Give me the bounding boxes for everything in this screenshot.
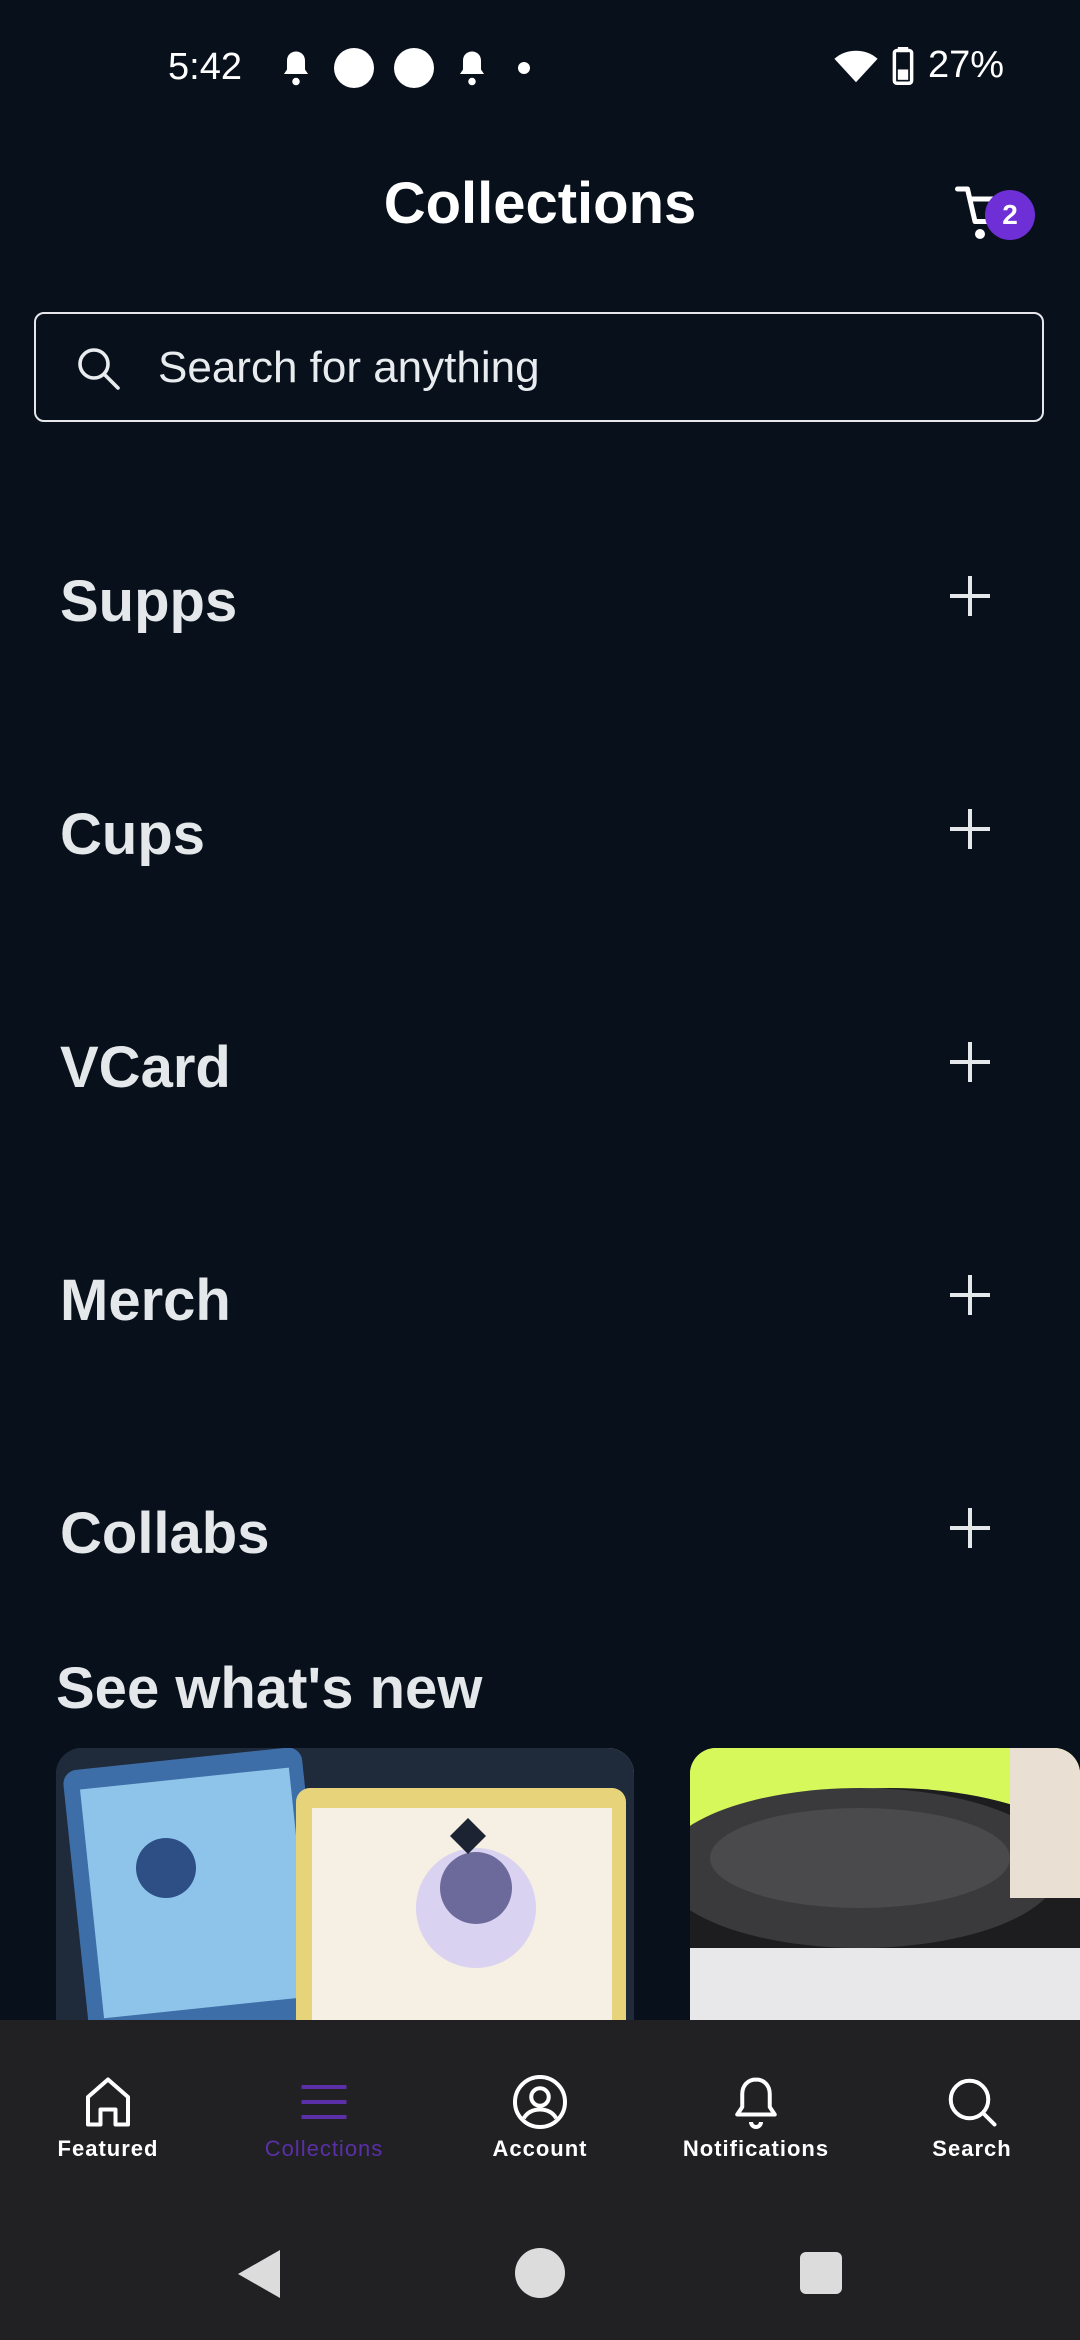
bell-icon bbox=[735, 2077, 777, 2129]
nav-collections[interactable]: Collections bbox=[216, 2020, 432, 2220]
bell-notification-icon bbox=[460, 51, 484, 86]
status-bar: 5:42 27% bbox=[0, 0, 1080, 140]
nav-featured[interactable]: Featured bbox=[0, 2020, 216, 2220]
home-circle-icon[interactable] bbox=[515, 2248, 565, 2298]
collection-row-supps[interactable]: Supps bbox=[0, 538, 1080, 658]
collection-label: Supps bbox=[60, 569, 238, 634]
expand-plus-icon[interactable] bbox=[950, 576, 990, 616]
back-icon[interactable] bbox=[238, 2250, 280, 2298]
trading-card-artwork bbox=[56, 1748, 634, 2020]
nav-label: Account bbox=[492, 2136, 588, 2161]
wifi-icon bbox=[834, 50, 878, 82]
page-title: Collections bbox=[383, 171, 697, 236]
nav-label: Featured bbox=[57, 2136, 159, 2161]
battery-icon bbox=[892, 46, 914, 85]
expand-plus-icon[interactable] bbox=[950, 1508, 990, 1548]
collection-label: Cups bbox=[60, 802, 205, 867]
bell-notification-icon bbox=[284, 51, 308, 86]
nav-account[interactable]: Account bbox=[432, 2020, 648, 2220]
app-notification-icon bbox=[334, 48, 374, 88]
account-icon bbox=[513, 2075, 567, 2129]
nav-label: Collections bbox=[264, 2136, 384, 2161]
app-notification-icon bbox=[394, 48, 434, 88]
search-icon bbox=[78, 348, 120, 390]
collection-label: VCard bbox=[60, 1035, 231, 1100]
recent-apps-icon[interactable] bbox=[800, 2252, 842, 2294]
nav-label: Notifications bbox=[682, 2136, 830, 2161]
status-right: 27% bbox=[834, 44, 1004, 87]
collection-row-collabs[interactable]: Collabs bbox=[0, 1470, 1080, 1590]
app-header: Collections 2 bbox=[0, 160, 1080, 260]
collection-row-cups[interactable]: Cups bbox=[0, 771, 1080, 891]
nav-notifications[interactable]: Notifications bbox=[648, 2020, 864, 2220]
bottom-navigation: Featured Collections Account Notificatio… bbox=[0, 2020, 1080, 2220]
collection-row-vcard[interactable]: VCard bbox=[0, 1004, 1080, 1124]
expand-plus-icon[interactable] bbox=[950, 809, 990, 849]
nav-search[interactable]: Search bbox=[864, 2020, 1080, 2220]
battery-percent: 27% bbox=[927, 44, 1004, 86]
more-notifications-icon bbox=[518, 62, 530, 74]
new-item-card-product-image[interactable] bbox=[690, 1748, 1080, 2020]
search-input[interactable] bbox=[156, 334, 1020, 402]
search-icon bbox=[948, 2078, 997, 2127]
whats-new-heading: See what's new bbox=[56, 1656, 483, 1721]
cart-count-badge: 2 bbox=[985, 190, 1035, 240]
nav-label: Search bbox=[932, 2136, 1012, 2161]
collection-label: Merch bbox=[60, 1268, 231, 1333]
search-bar[interactable] bbox=[34, 312, 1044, 422]
collection-row-merch[interactable]: Merch bbox=[0, 1237, 1080, 1357]
new-item-card-vcard-image[interactable] bbox=[56, 1748, 634, 2020]
home-icon bbox=[86, 2077, 130, 2127]
status-time: 5:42 bbox=[168, 46, 242, 88]
collection-label: Collabs bbox=[60, 1501, 270, 1566]
system-navigation-bar bbox=[0, 2220, 1080, 2340]
product-tub-artwork bbox=[690, 1748, 1080, 2020]
expand-plus-icon[interactable] bbox=[950, 1042, 990, 1082]
expand-plus-icon[interactable] bbox=[950, 1275, 990, 1315]
menu-icon bbox=[301, 2085, 347, 2119]
notification-icons bbox=[278, 48, 530, 88]
